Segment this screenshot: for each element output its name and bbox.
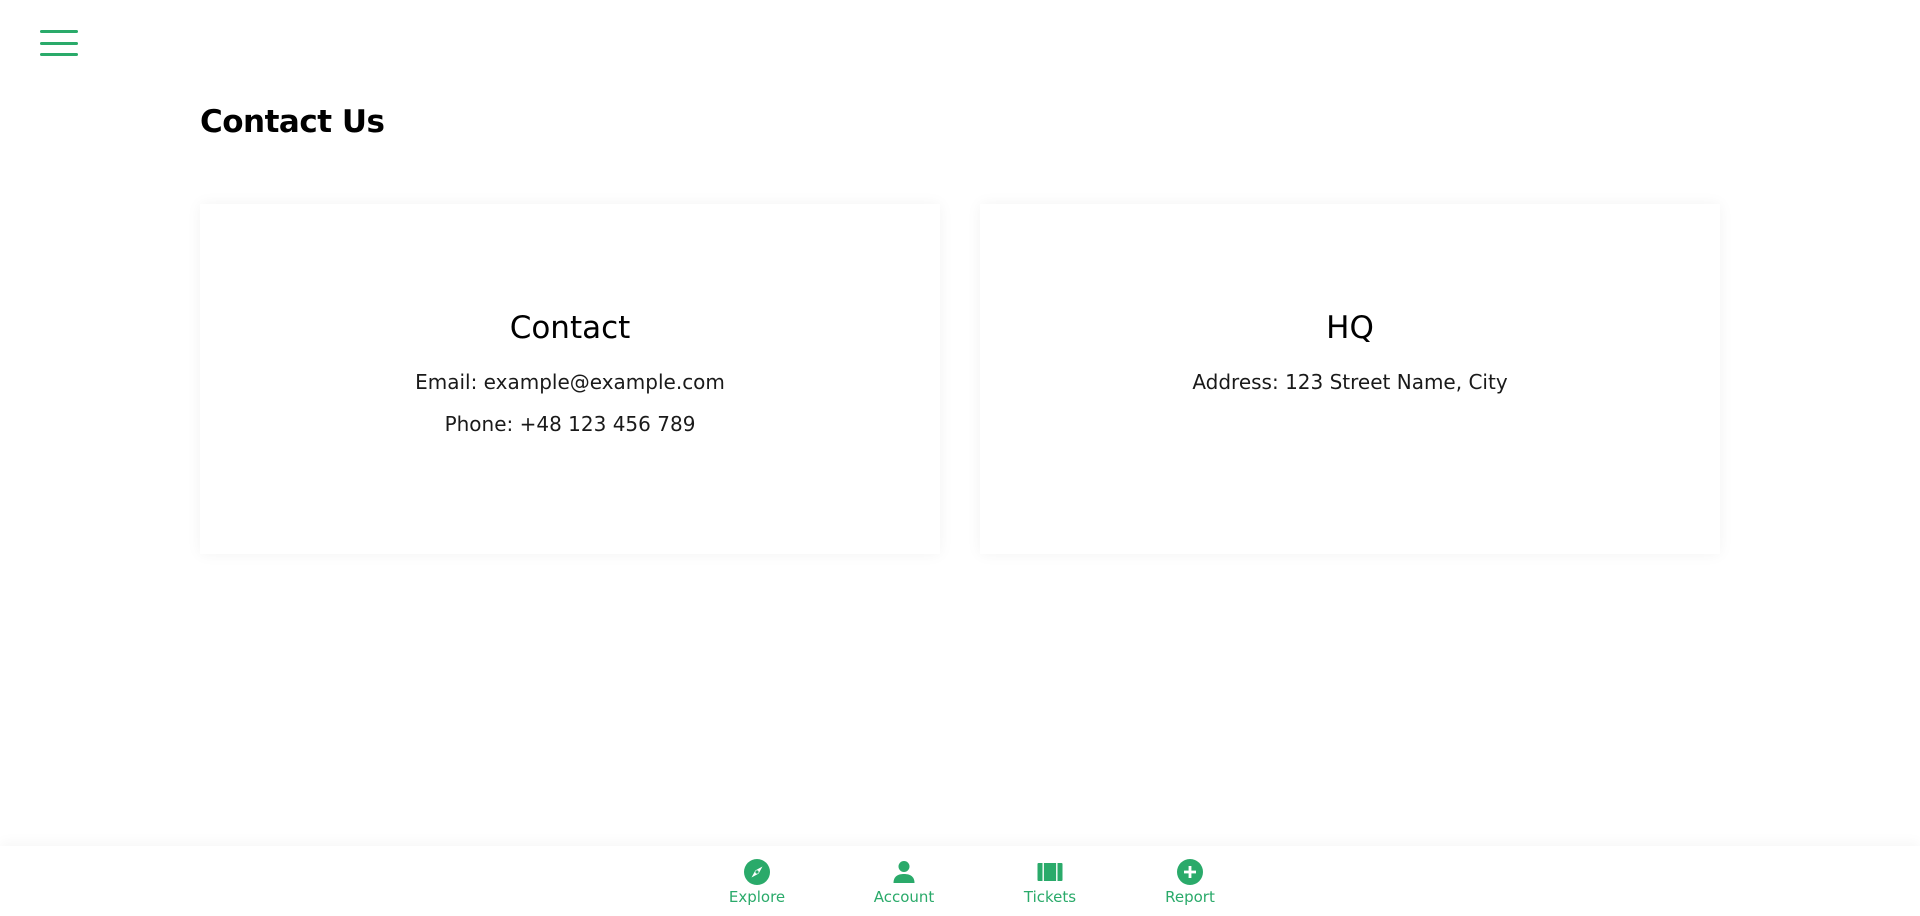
plus-circle-icon xyxy=(1176,858,1204,886)
nav-item-explore[interactable]: Explore xyxy=(702,858,812,906)
compass-icon xyxy=(743,858,771,886)
contact-email: Email: example@example.com xyxy=(415,370,725,394)
hq-address: Address: 123 Street Name, City xyxy=(1192,370,1508,394)
nav-item-account[interactable]: Account xyxy=(849,858,959,906)
contact-phone: Phone: +48 123 456 789 xyxy=(444,412,696,436)
contact-card-title: Contact xyxy=(509,310,631,346)
hamburger-icon-bar xyxy=(40,41,78,45)
person-icon xyxy=(890,858,918,886)
nav-label-account: Account xyxy=(873,888,935,906)
cards-container: Contact Email: example@example.com Phone… xyxy=(200,204,1720,554)
hq-card-title: HQ xyxy=(1326,310,1374,346)
bottom-nav: Explore Account Tickets Report xyxy=(0,846,1920,916)
hq-card: HQ Address: 123 Street Name, City xyxy=(980,204,1720,554)
nav-label-explore: Explore xyxy=(728,888,786,906)
nav-label-tickets: Tickets xyxy=(1023,888,1077,906)
page-title: Contact Us xyxy=(200,104,385,140)
hamburger-icon-bar xyxy=(40,30,78,33)
ticket-icon xyxy=(1036,858,1064,886)
hamburger-icon-bar xyxy=(40,53,78,56)
nav-label-report: Report xyxy=(1165,888,1215,906)
nav-item-tickets[interactable]: Tickets xyxy=(995,858,1105,906)
contact-card: Contact Email: example@example.com Phone… xyxy=(200,204,940,554)
nav-item-report[interactable]: Report xyxy=(1135,858,1245,906)
menu-button[interactable] xyxy=(40,30,78,56)
